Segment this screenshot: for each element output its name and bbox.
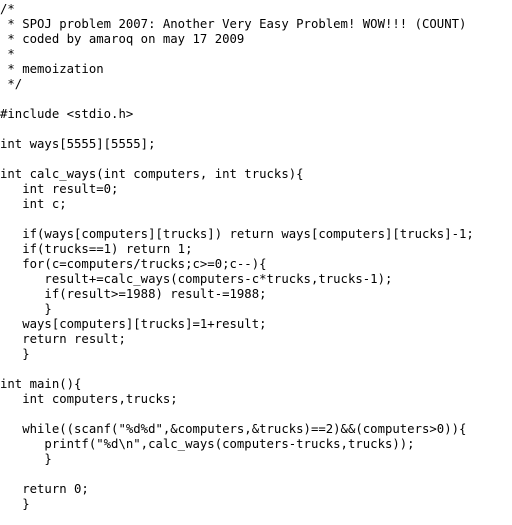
code-line-16: if(ways[computers][trucks]) return ways[… [0, 227, 474, 241]
code-line-14: int c; [0, 197, 67, 211]
code-line-18: for(c=computers/trucks;c>=0;c--){ [0, 257, 267, 271]
code-line-27: int computers,trucks; [0, 392, 178, 406]
code-line-13: int result=0; [0, 182, 119, 196]
code-line-23: return result; [0, 332, 126, 346]
code-line-29: while((scanf("%d%d",&computers,&trucks)=… [0, 422, 467, 436]
code-line-12: int calc_ways(int computers, int trucks)… [0, 167, 304, 181]
code-line-20: if(result>=1988) result-=1988; [0, 287, 267, 301]
code-line-5: * memoization [0, 62, 104, 76]
code-view: /* * SPOJ problem 2007: Another Very Eas… [0, 0, 512, 525]
code-line-2: * SPOJ problem 2007: Another Very Easy P… [0, 17, 467, 31]
code-line-4: * [0, 47, 15, 61]
code-line-21: } [0, 302, 52, 316]
code-line-1: /* [0, 2, 15, 16]
code-line-17: if(trucks==1) return 1; [0, 242, 193, 256]
code-line-26: int main(){ [0, 377, 82, 391]
code-line-10: int ways[5555][5555]; [0, 137, 156, 151]
code-line-3: * coded by amaroq on may 17 2009 [0, 32, 245, 46]
code-line-34: } [0, 497, 30, 511]
code-line-31: } [0, 452, 52, 466]
code-line-19: result+=calc_ways(computers-c*trucks,tru… [0, 272, 393, 286]
source-code: /* * SPOJ problem 2007: Another Very Eas… [0, 0, 512, 512]
code-line-24: } [0, 347, 30, 361]
code-line-30: printf("%d\n",calc_ways(computers-trucks… [0, 437, 415, 451]
code-line-33: return 0; [0, 482, 89, 496]
code-line-22: ways[computers][trucks]=1+result; [0, 317, 267, 331]
code-line-6: */ [0, 77, 23, 91]
code-line-8: #include <stdio.h> [0, 107, 134, 121]
